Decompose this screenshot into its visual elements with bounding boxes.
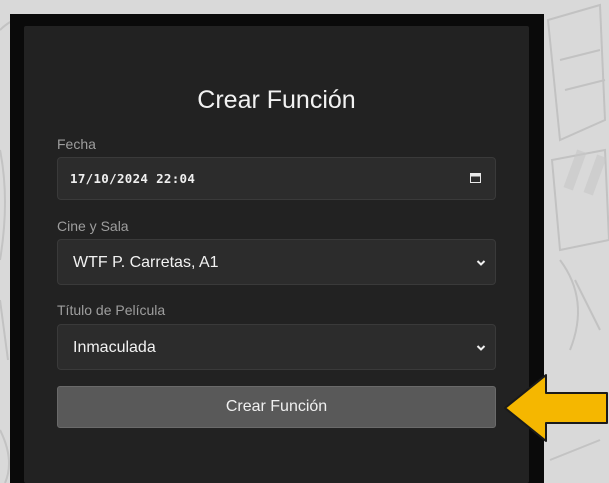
date-label: Fecha [57,136,96,152]
create-function-button[interactable]: Crear Función [57,386,496,428]
calendar-icon[interactable] [470,173,481,183]
movie-label: Título de Película [57,302,166,318]
chevron-down-icon [476,345,486,351]
movie-value: Inmaculada [73,339,156,356]
chevron-down-icon [476,260,486,266]
cinema-select[interactable]: WTF P. Carretas, A1 [57,239,496,285]
cinema-label: Cine y Sala [57,218,129,234]
date-value: 17/10/2024 22:04 [70,171,196,186]
form-title: Crear Función [197,86,356,114]
cinema-value: WTF P. Carretas, A1 [73,254,219,271]
arrow-left-icon [504,374,608,442]
date-input[interactable]: 17/10/2024 22:04 [57,157,496,200]
movie-select[interactable]: Inmaculada [57,324,496,370]
